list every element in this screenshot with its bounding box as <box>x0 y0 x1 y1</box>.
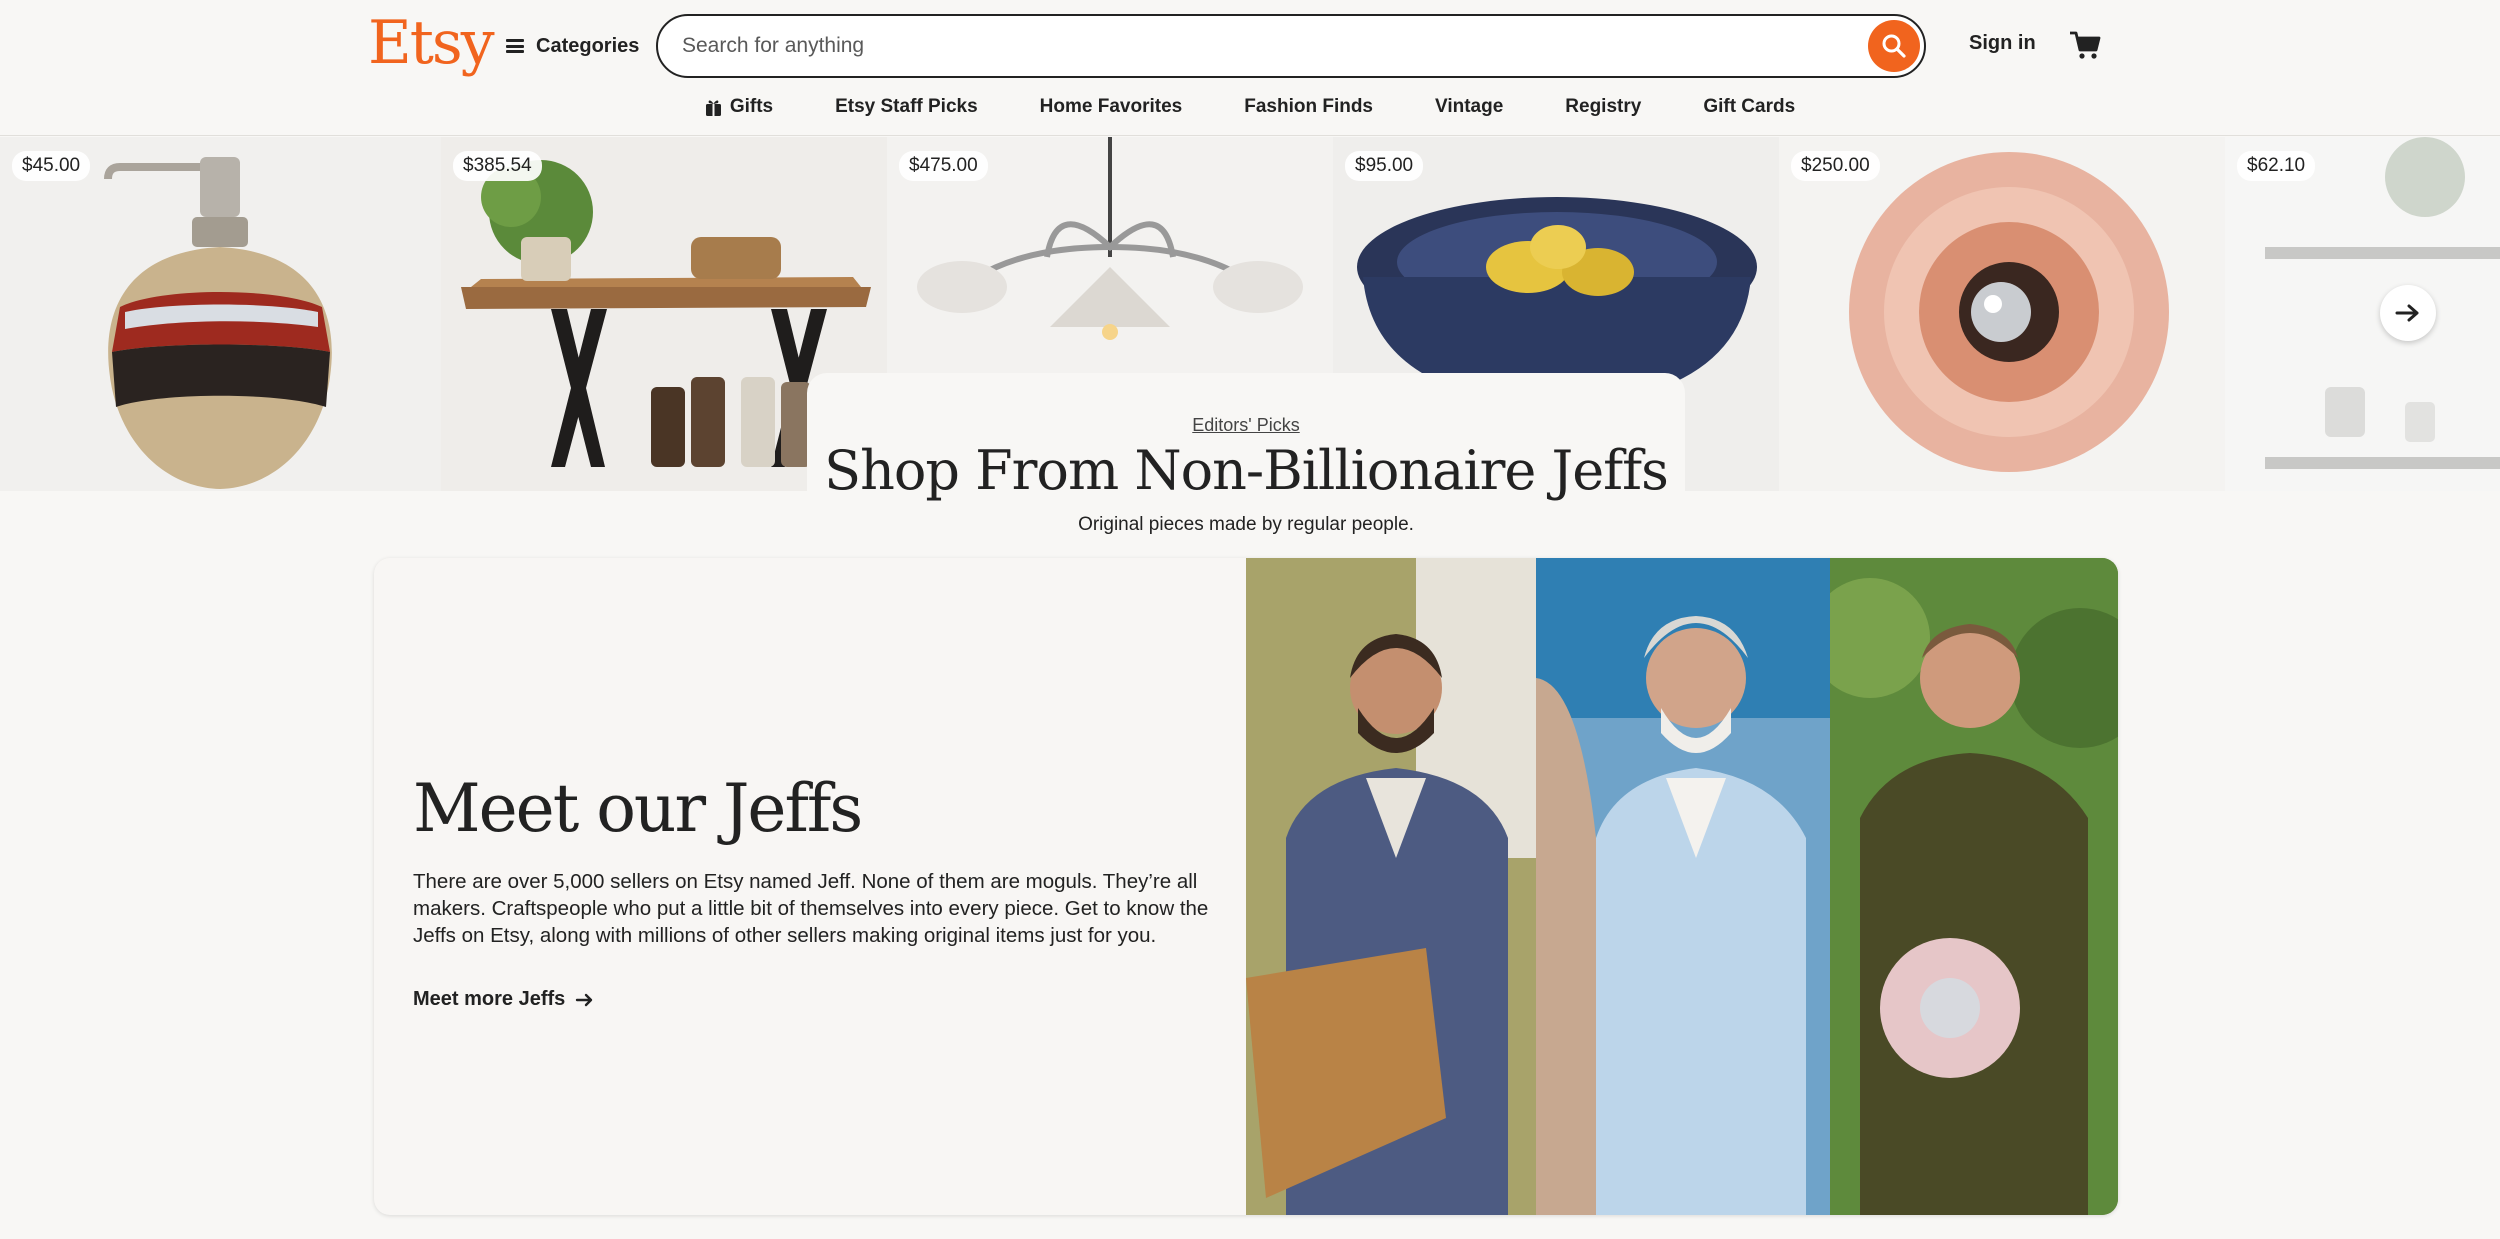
categories-button[interactable]: Categories <box>506 30 639 62</box>
nav-item-home-favorites[interactable]: Home Favorites <box>1009 92 1214 122</box>
product-tile[interactable]: $45.00 <box>0 137 441 491</box>
product-tile[interactable]: $250.00 <box>1779 137 2225 491</box>
site-header: Etsy Categories Sign in Gifts Etsy S <box>0 0 2500 136</box>
jeff-photo <box>1830 558 2118 1215</box>
editors-picks-card: Editors' Picks Shop From Non-Billionaire… <box>807 373 1685 553</box>
shelves-image <box>2265 137 2500 469</box>
meet-jeffs-panel: Meet our Jeffs There are over 5,000 sell… <box>374 558 2118 1215</box>
gift-icon <box>705 100 721 116</box>
nav-item-fashion-finds[interactable]: Fashion Finds <box>1213 92 1404 122</box>
nav-item-gifts[interactable]: Gifts <box>674 92 804 122</box>
search-input[interactable] <box>682 16 1812 75</box>
jeff-photo <box>1536 558 1830 1215</box>
price-badge: $250.00 <box>1791 151 1880 181</box>
nav-item-registry[interactable]: Registry <box>1534 92 1672 122</box>
page-title: Shop From Non-Billionaire Jeffs <box>824 439 1669 502</box>
product-tile[interactable]: $62.10 <box>2225 137 2500 491</box>
price-badge: $45.00 <box>12 151 91 181</box>
carousel-next-button[interactable] <box>2380 285 2436 341</box>
jeff-photo <box>1246 558 1536 1215</box>
nav-item-vintage[interactable]: Vintage <box>1404 92 1534 122</box>
nav-item-gift-cards[interactable]: Gift Cards <box>1672 92 1826 122</box>
soap-dispenser-image <box>104 157 332 489</box>
nav-item-staff-picks[interactable]: Etsy Staff Picks <box>804 92 1009 122</box>
glass-lamp-image <box>1849 152 2169 472</box>
price-badge: $62.10 <box>2237 151 2316 181</box>
page-subtitle: Original pieces made by regular people. <box>1078 514 1414 535</box>
sign-in-link[interactable]: Sign in <box>1969 32 2036 55</box>
search-button[interactable] <box>1868 20 1920 72</box>
price-badge: $95.00 <box>1345 151 1424 181</box>
arrow-right-icon <box>2395 304 2419 322</box>
cart-icon[interactable] <box>2068 28 2102 62</box>
meet-more-link[interactable]: Meet more Jeffs <box>413 988 595 1011</box>
meet-more-label: Meet more Jeffs <box>413 988 566 1010</box>
arrow-right-icon <box>576 993 593 1006</box>
menu-icon <box>506 39 524 53</box>
meet-title: Meet our Jeffs <box>413 770 863 847</box>
jeffs-photos <box>1246 558 2118 1215</box>
price-badge: $385.54 <box>453 151 542 181</box>
nav-item-label: Gifts <box>729 96 774 117</box>
meet-jeffs-text: Meet our Jeffs There are over 5,000 sell… <box>374 558 1246 1215</box>
search-icon <box>1882 34 1906 58</box>
top-nav: Gifts Etsy Staff Picks Home Favorites Fa… <box>0 92 2500 122</box>
search-bar <box>656 14 1926 78</box>
meet-description: There are over 5,000 sellers on Etsy nam… <box>413 870 1209 947</box>
categories-label: Categories <box>536 34 640 57</box>
price-badge: $475.00 <box>899 151 988 181</box>
editors-picks-link[interactable]: Editors' Picks <box>807 415 1685 436</box>
etsy-logo[interactable]: Etsy <box>368 8 495 78</box>
